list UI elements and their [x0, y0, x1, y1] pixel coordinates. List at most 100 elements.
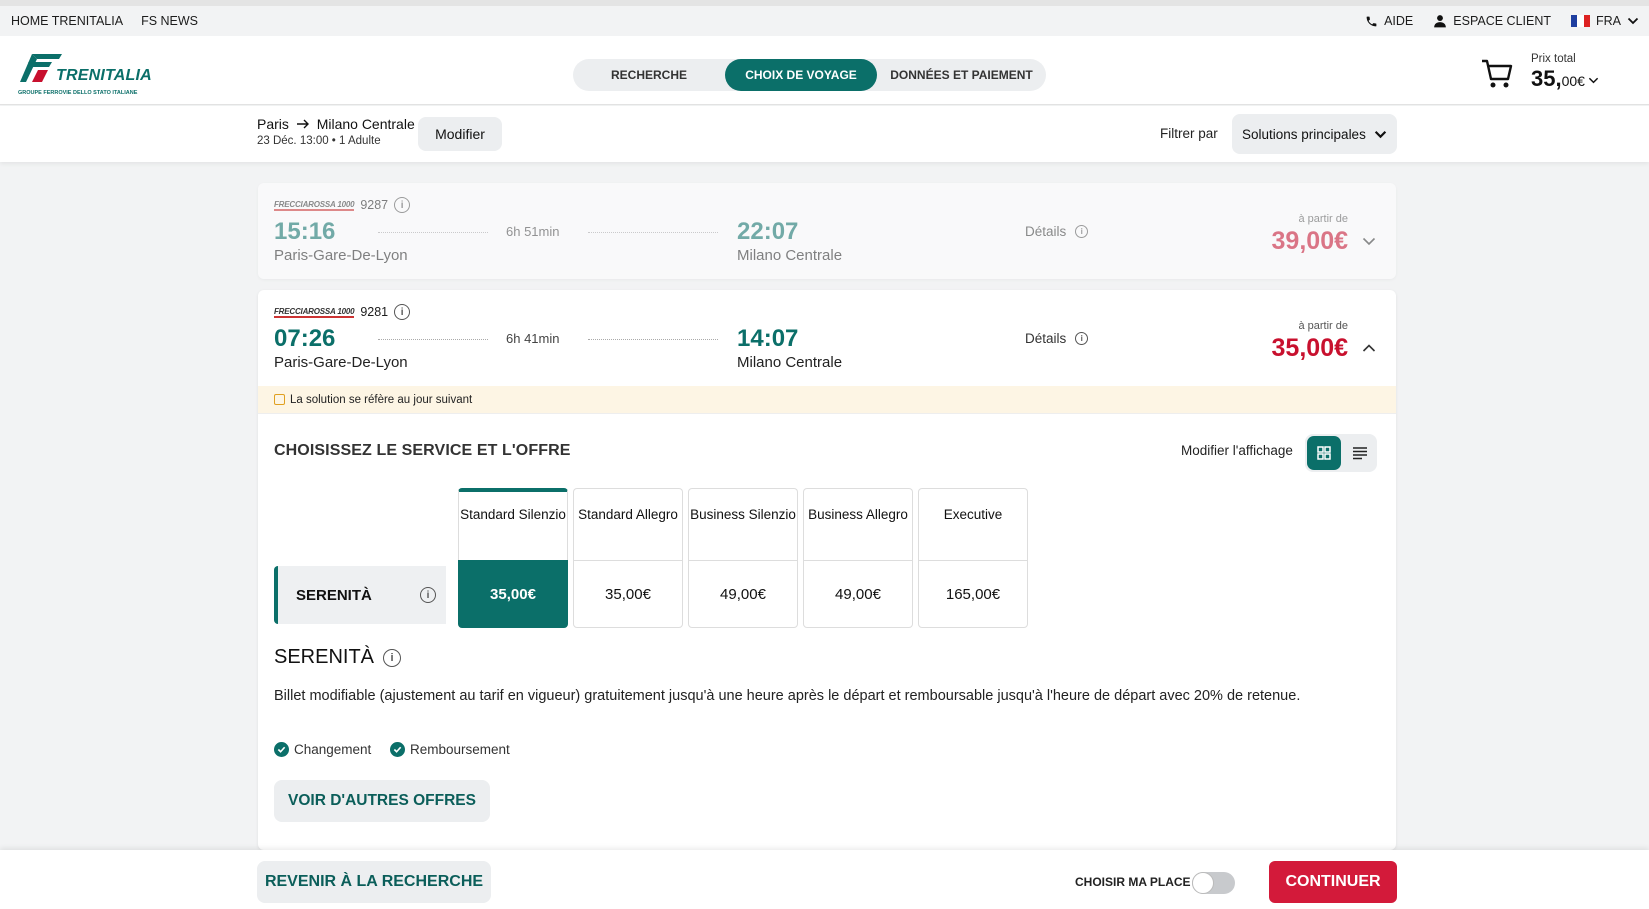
espace-client-link[interactable]: ESPACE CLIENT [1433, 14, 1551, 28]
route-summary: Paris Milano Centrale 23 Déc. 13:00 • 1 … [257, 116, 415, 147]
duration-line [588, 232, 718, 233]
arrival-station: Milano Centrale [737, 354, 843, 371]
details-link[interactable]: Détails i [1025, 224, 1089, 239]
cart-icon[interactable] [1480, 56, 1514, 90]
chevron-down-icon [1627, 17, 1639, 25]
total-price-label: Prix total [1531, 53, 1576, 65]
total-price[interactable]: Prix total 35, 00€ [1531, 53, 1599, 92]
feature-remboursement: Remboursement [390, 742, 510, 757]
selected-offer-description: Billet modifiable (ajustement au tarif e… [274, 688, 1301, 704]
departure-time: 07:26 [274, 325, 336, 352]
total-price-int: 35, [1531, 66, 1562, 91]
departure-station: Paris-Gare-De-Lyon [274, 247, 408, 264]
check-circle-icon [274, 742, 289, 757]
service-price-standard-allegro[interactable]: 35,00€ [573, 560, 683, 628]
service-header-executive: Executive [918, 488, 1028, 560]
espace-client-label: ESPACE CLIENT [1453, 14, 1551, 28]
duration: 6h 41min [506, 331, 560, 346]
selected-offer-title: SERENITÀ i [274, 646, 402, 669]
booking-stepper: RECHERCHE CHOIX DE VOYAGE DONNÉES ET PAI… [573, 59, 1046, 91]
info-icon: i [1075, 225, 1089, 238]
brand-name: TRENITALIA [56, 67, 152, 84]
list-view-button[interactable] [1345, 436, 1375, 470]
details-link[interactable]: Détails i [1025, 331, 1089, 346]
frecciarossa-logo: FRECCIAROSSA 1000 [274, 199, 355, 211]
departure-time: 15:16 [274, 218, 336, 245]
view-mode-toggle [1305, 434, 1377, 472]
train-price: 39,00€ [1271, 227, 1348, 255]
arrival-station: Milano Centrale [737, 247, 843, 264]
train-card-9281: FRECCIAROSSA 1000 9281 i 07:26 Paris-Gar… [258, 290, 1396, 850]
language-selector[interactable]: FRA [1571, 14, 1639, 28]
departure-station: Paris-Gare-De-Lyon [274, 354, 408, 371]
trenitalia-logo[interactable]: TRENITALIA GROUPE FERROVIE DELLO STATO I… [18, 52, 158, 96]
details-label: Détails [1025, 224, 1067, 239]
filter-select[interactable]: Solutions principales [1232, 114, 1397, 154]
home-trenitalia-link[interactable]: HOME TRENITALIA [11, 14, 123, 28]
back-to-search-button[interactable]: REVENIR À LA RECHERCHE [257, 861, 491, 903]
info-icon[interactable]: i [394, 197, 411, 213]
check-circle-icon [390, 742, 405, 757]
price-from-label: à partir de [1298, 320, 1348, 332]
details-label: Détails [1025, 331, 1067, 346]
service-price-standard-silenzio[interactable]: 35,00€ [458, 560, 568, 628]
train-price: 35,00€ [1271, 334, 1348, 362]
modify-search-button[interactable]: Modifier [418, 117, 502, 151]
brand-subtitle: GROUPE FERROVIE DELLO STATO ITALIANE [18, 90, 138, 96]
continue-button[interactable]: CONTINUER [1269, 861, 1397, 903]
grid-icon [1317, 446, 1331, 460]
step-recherche[interactable]: RECHERCHE [573, 59, 725, 91]
aide-label: AIDE [1384, 14, 1414, 28]
filter-label: Filtrer par [1160, 126, 1218, 141]
choose-seat-toggle[interactable] [1192, 872, 1235, 894]
feature-label: Remboursement [410, 742, 510, 757]
service-header-standard-allegro: Standard Allegro [573, 488, 683, 560]
next-day-notice-text: La solution se réfère au jour suivant [290, 393, 473, 406]
search-summary-bar: Paris Milano Centrale 23 Déc. 13:00 • 1 … [0, 106, 1649, 162]
train-badge: FRECCIAROSSA 1000 9281 i [274, 304, 411, 320]
info-icon[interactable]: i [383, 648, 402, 667]
duration-line [588, 339, 718, 340]
selected-offer-name: SERENITÀ [274, 646, 375, 668]
info-icon[interactable]: i [394, 304, 411, 320]
route-details: 23 Déc. 13:00 • 1 Adulte [257, 135, 381, 147]
footer-bar: REVENIR À LA RECHERCHE CHOISIR MA PLACE … [0, 850, 1649, 909]
filter-value: Solutions principales [1242, 126, 1366, 142]
choose-seat-label: CHOISIR MA PLACE [1075, 875, 1191, 889]
offer-row-label: SERENITÀ [296, 586, 372, 604]
chevron-up-icon[interactable] [1362, 341, 1376, 355]
view-mode-label: Modifier l'affichage [1181, 443, 1293, 458]
toggle-knob [1192, 872, 1214, 894]
chevron-down-icon [1588, 77, 1599, 84]
train-number: 9281 [360, 305, 389, 319]
header: TRENITALIA GROUPE FERROVIE DELLO STATO I… [0, 36, 1649, 105]
service-price-executive[interactable]: 165,00€ [918, 560, 1028, 628]
next-day-notice: La solution se réfère au jour suivant [258, 386, 1396, 414]
service-header-standard-silenzio: Standard Silenzio [458, 488, 568, 560]
grid-view-button[interactable] [1307, 436, 1341, 470]
service-price-business-allegro[interactable]: 49,00€ [803, 560, 913, 628]
train-number: 9287 [360, 198, 389, 212]
info-icon[interactable]: i [420, 587, 436, 603]
info-icon: i [1075, 332, 1089, 345]
route-stations: Paris Milano Centrale [257, 116, 415, 132]
user-icon [1434, 15, 1447, 28]
train-card-9287[interactable]: FRECCIAROSSA 1000 9287 i 15:16 Paris-Gar… [258, 183, 1396, 279]
arrow-right-icon [296, 119, 309, 129]
arrival-time: 22:07 [737, 218, 799, 245]
language-label: FRA [1596, 14, 1621, 28]
list-icon [1353, 447, 1367, 460]
price-from-label: à partir de [1298, 213, 1348, 225]
step-choix-de-voyage[interactable]: CHOIX DE VOYAGE [725, 59, 877, 91]
step-donnees-et-paiement[interactable]: DONNÉES ET PAIEMENT [877, 59, 1046, 91]
chevron-down-icon [1374, 130, 1386, 138]
other-offers-button[interactable]: VOIR D'AUTRES OFFRES [274, 780, 490, 822]
service-price-business-silenzio[interactable]: 49,00€ [688, 560, 798, 628]
fs-news-link[interactable]: FS NEWS [141, 14, 198, 28]
duration: 6h 51min [506, 224, 560, 239]
frecciarossa-logo: FRECCIAROSSA 1000 [274, 306, 355, 318]
arrival-time: 14:07 [737, 325, 799, 352]
aide-link[interactable]: AIDE [1365, 14, 1413, 28]
chevron-down-icon[interactable] [1362, 234, 1376, 248]
feature-changement: Changement [274, 742, 371, 757]
